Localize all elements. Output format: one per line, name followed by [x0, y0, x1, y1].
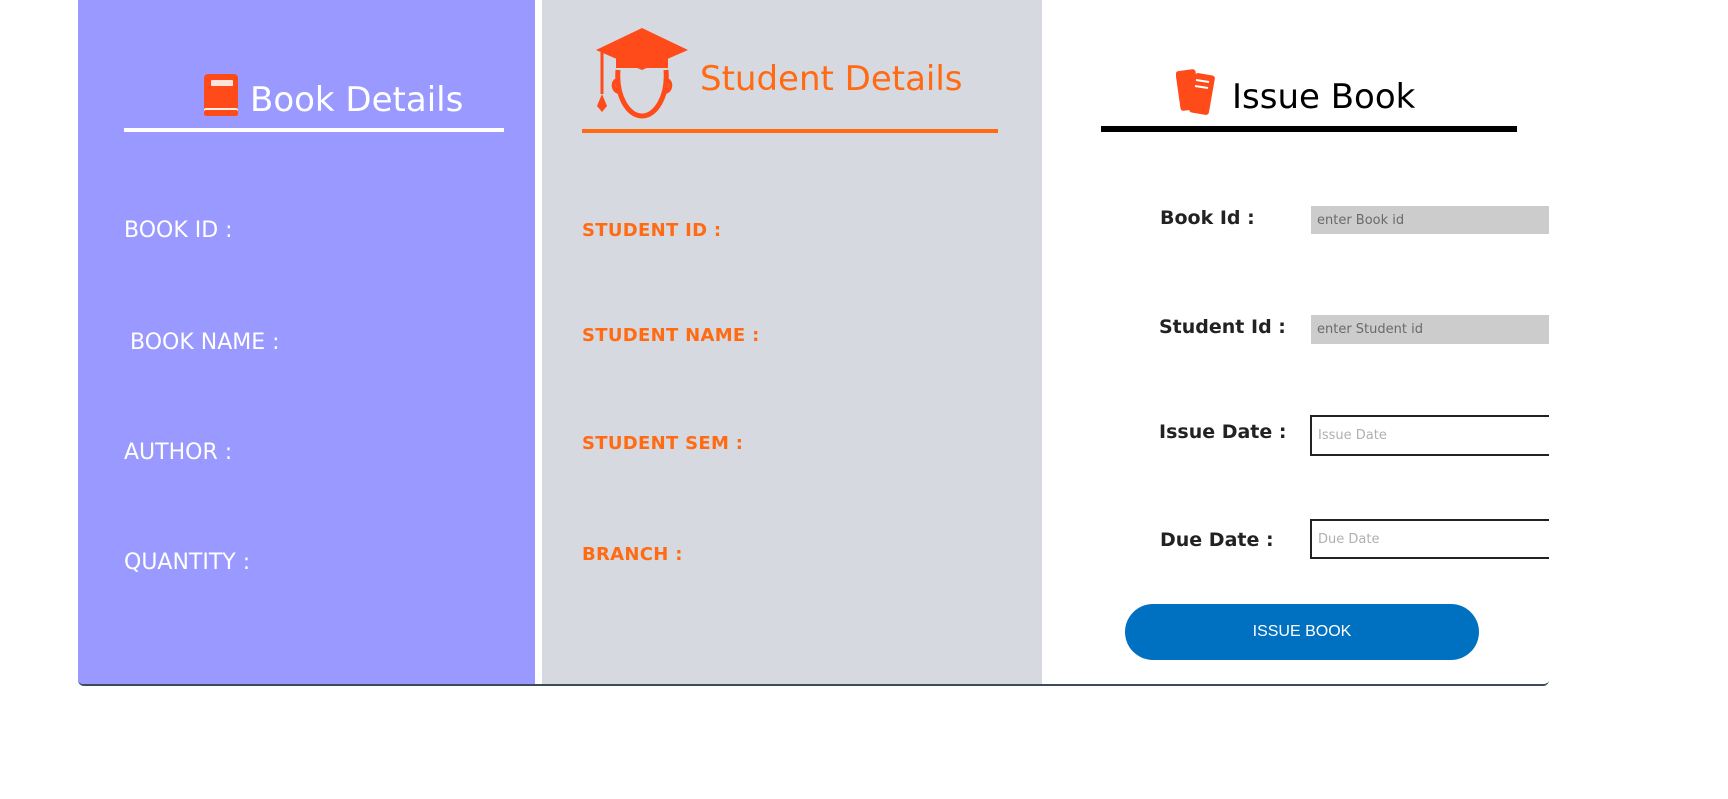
- student-details-header: Student Details: [594, 26, 963, 131]
- book-details-panel: Book Details BOOK ID : BOOK NAME : AUTHO…: [78, 0, 535, 684]
- issue-date-input[interactable]: [1310, 415, 1549, 456]
- due-date-field-label: Due Date :: [1160, 529, 1274, 551]
- graduate-icon: [594, 26, 690, 131]
- books-icon: [1175, 66, 1222, 127]
- book-name-label: BOOK NAME :: [130, 330, 280, 355]
- author-label: AUTHOR :: [124, 440, 233, 465]
- issue-book-title: Issue Book: [1232, 76, 1416, 117]
- book-details-header: Book Details: [202, 72, 463, 127]
- issue-book-panel: Issue Book Book Id : Student Id : Issue …: [1042, 0, 1549, 684]
- book-id-field-label: Book Id :: [1160, 207, 1255, 229]
- student-sem-label: STUDENT SEM :: [582, 433, 744, 454]
- issue-book-header: Issue Book: [1175, 66, 1416, 127]
- issue-date-field-label: Issue Date :: [1159, 421, 1287, 443]
- issue-book-button[interactable]: ISSUE BOOK: [1125, 604, 1479, 660]
- student-details-divider: [582, 129, 998, 133]
- book-details-title: Book Details: [250, 79, 464, 120]
- issue-book-divider: [1101, 126, 1517, 132]
- quantity-label: QUANTITY :: [124, 550, 251, 575]
- due-date-input[interactable]: [1310, 519, 1549, 559]
- book-icon: [202, 72, 240, 127]
- student-details-panel: Student Details STUDENT ID : STUDENT NAM…: [542, 0, 1042, 684]
- student-id-label: STUDENT ID :: [582, 220, 722, 241]
- book-id-input[interactable]: [1311, 206, 1549, 234]
- student-name-label: STUDENT NAME :: [582, 325, 760, 346]
- branch-label: BRANCH :: [582, 544, 683, 565]
- issue-book-frame: Book Details BOOK ID : BOOK NAME : AUTHO…: [78, 0, 1549, 686]
- student-details-title: Student Details: [700, 58, 963, 99]
- panel-separator: [535, 0, 542, 684]
- student-id-field-label: Student Id :: [1159, 316, 1286, 338]
- book-id-label: BOOK ID :: [124, 218, 233, 243]
- student-id-input[interactable]: [1311, 315, 1549, 344]
- book-details-divider: [124, 128, 504, 132]
